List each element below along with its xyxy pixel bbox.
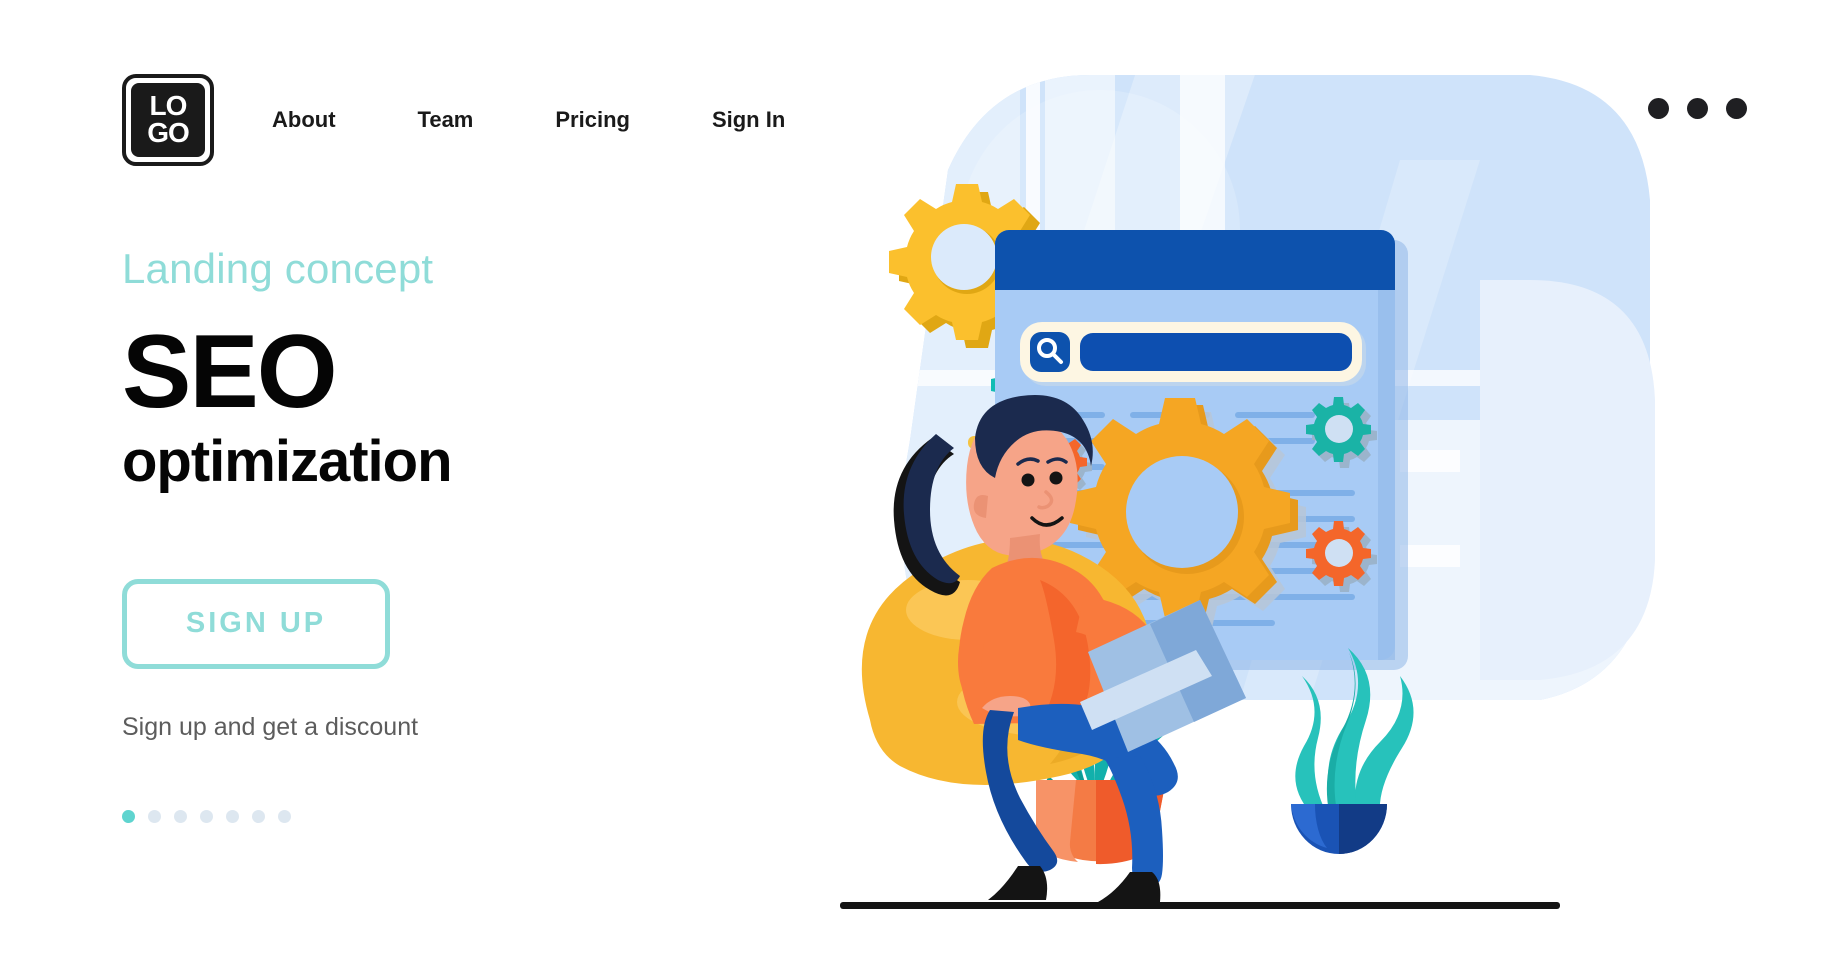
background-blob-right — [1480, 280, 1655, 680]
nav-item-pricing[interactable]: Pricing — [555, 107, 630, 133]
carousel-pagination[interactable] — [122, 809, 762, 823]
hero-eyebrow: Landing concept — [122, 245, 434, 292]
nav-item-team[interactable]: Team — [418, 107, 474, 133]
eye — [1021, 473, 1035, 487]
nav-item-about[interactable]: About — [272, 107, 336, 133]
browser-header-bar — [995, 230, 1395, 290]
landing-page: LO GO About Team Pricing Sign In Landing… — [0, 0, 1837, 980]
pagination-dot[interactable] — [174, 809, 187, 823]
pagination-dot[interactable] — [252, 809, 265, 823]
menu-dot — [1726, 98, 1747, 119]
page-title: SEO — [122, 314, 338, 430]
browser-right-edge — [1378, 290, 1395, 660]
pagination-dot[interactable] — [148, 809, 161, 823]
pagination-dot[interactable] — [122, 809, 135, 823]
page-subtitle: optimization — [122, 429, 453, 494]
seo-optimization-illustration — [840, 40, 1700, 940]
pagination-dot[interactable] — [278, 809, 291, 823]
search-input — [1080, 333, 1352, 371]
floor-line — [840, 902, 1560, 909]
logo-line-2: GO — [147, 117, 190, 148]
search-icon-button — [1030, 332, 1070, 372]
search-bar — [1020, 322, 1366, 386]
pot-shade — [1339, 804, 1387, 854]
logo-line-1: LO — [149, 90, 188, 122]
logo[interactable]: LO GO — [122, 74, 214, 166]
pagination-dot[interactable] — [226, 809, 239, 823]
sign-up-button[interactable]: SIGN UP — [122, 578, 390, 669]
shoe — [988, 866, 1048, 900]
hero-content: Landing concept SEO optimization SIGN UP… — [122, 248, 762, 823]
nav-item-sign-in[interactable]: Sign In — [712, 107, 785, 133]
main-nav: About Team Pricing Sign In — [272, 107, 867, 133]
logo-mark: LO GO — [131, 83, 205, 157]
pagination-dot[interactable] — [200, 809, 213, 823]
discount-note: Sign up and get a discount — [122, 712, 419, 741]
eye — [1049, 471, 1063, 485]
shoe — [1098, 872, 1161, 902]
